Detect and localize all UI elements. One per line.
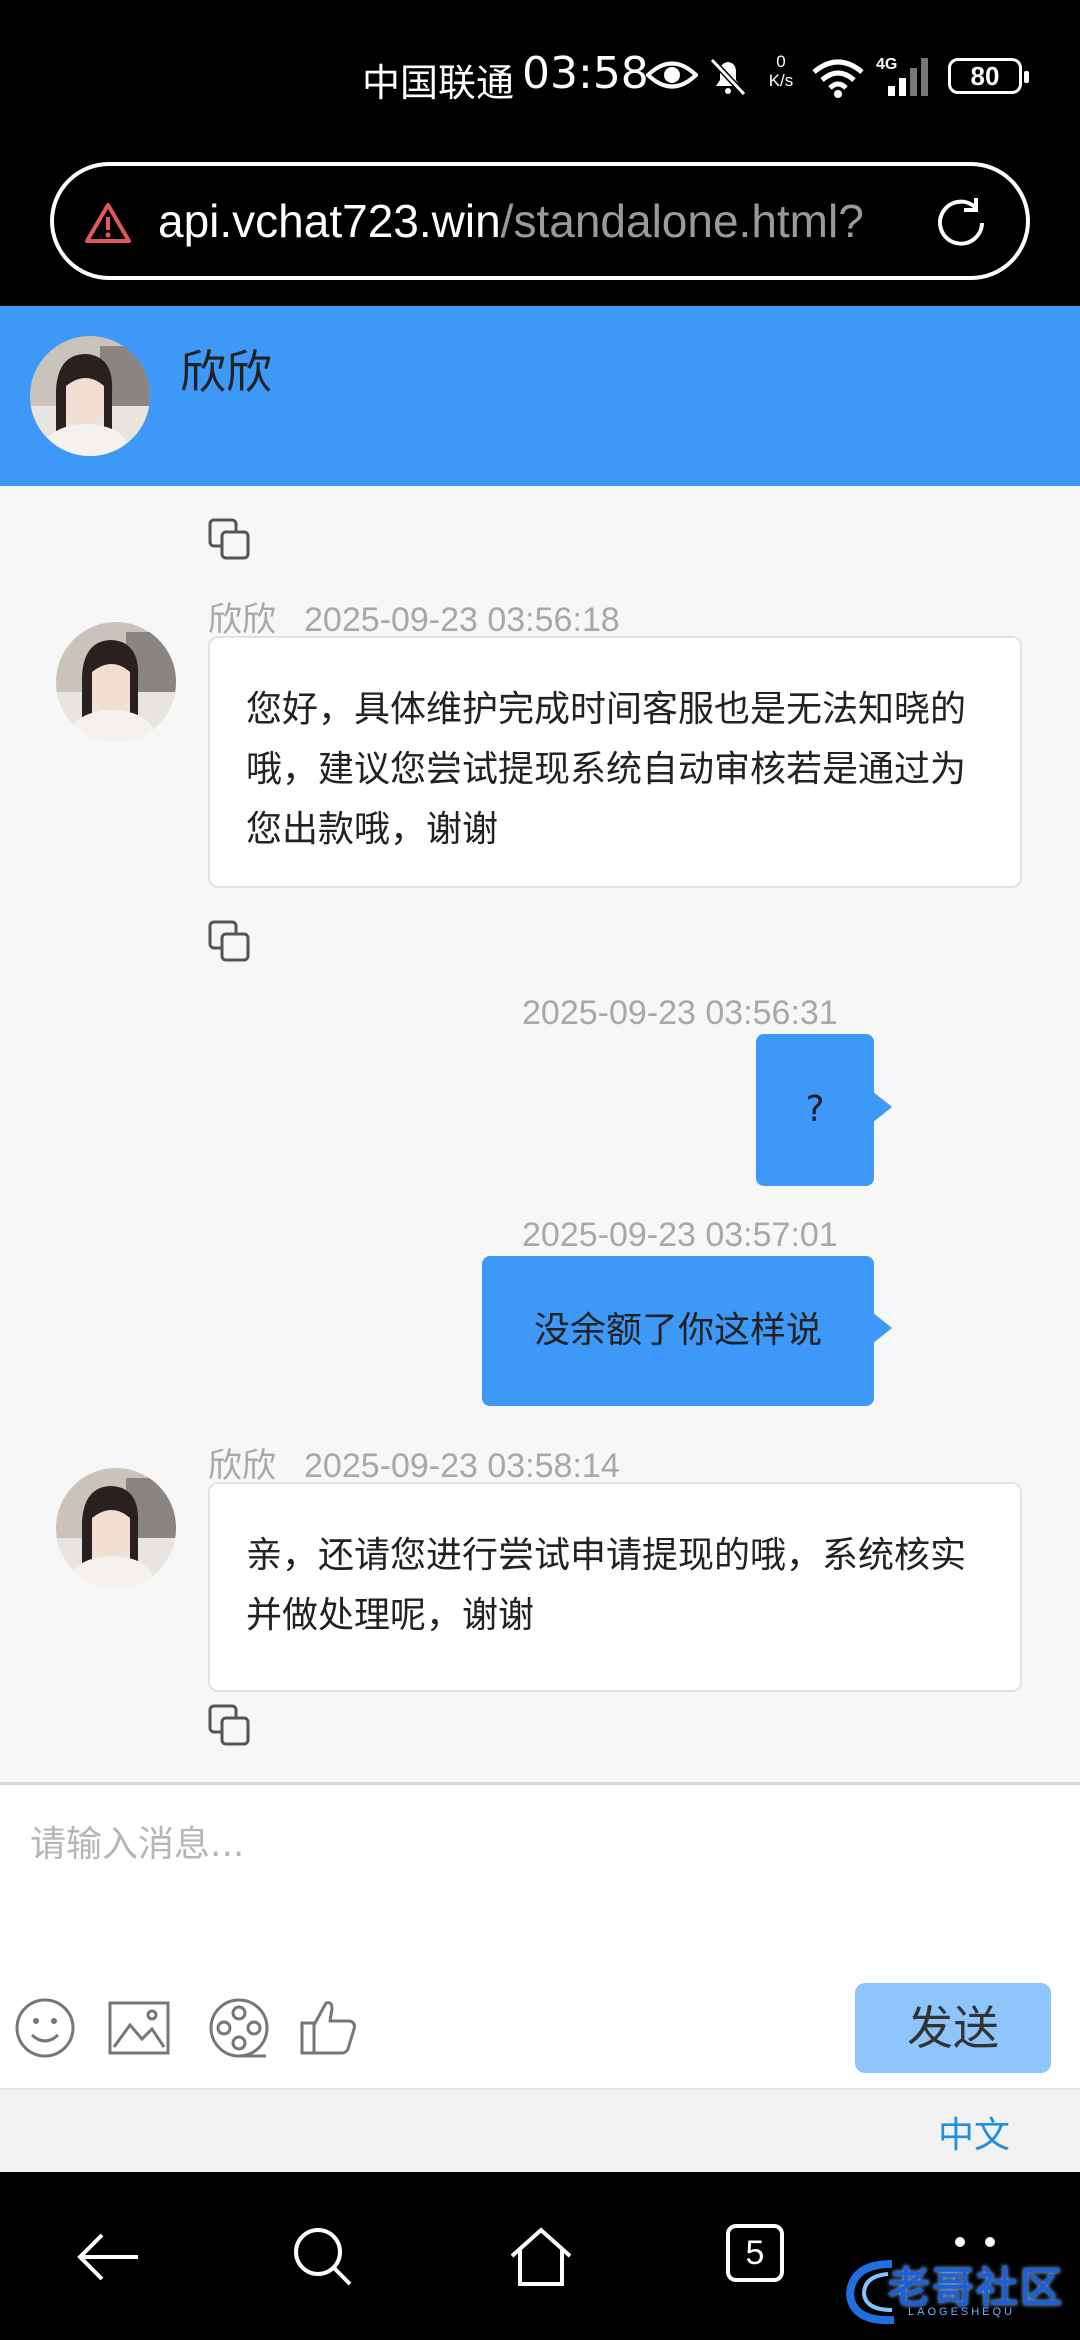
message-timestamp: 2025-09-23 03:58:14 — [304, 1447, 620, 1485]
outgoing-message-bubble: ? — [756, 1034, 874, 1186]
agent-name: 欣欣 — [180, 345, 272, 399]
message-input[interactable]: 请输入消息... — [30, 1815, 244, 1867]
message-sender: 欣欣 — [208, 600, 276, 640]
back-icon[interactable] — [74, 2222, 144, 2292]
language-bar: 中文 — [0, 2088, 1080, 2172]
home-icon[interactable] — [506, 2222, 576, 2292]
language-switch[interactable]: 中文 — [938, 2106, 1010, 2158]
agent-avatar — [56, 1468, 176, 1588]
message-timestamp: 2025-09-23 03:56:18 — [304, 601, 620, 639]
message-composer: 请输入消息... 发送 — [0, 1782, 1080, 2088]
carrier-label: 中国联通 — [362, 61, 515, 105]
agent-avatar — [56, 622, 176, 742]
incoming-message-bubble: 亲，还请您进行尝试申请提现的哦，系统核实并做处理呢，谢谢 — [208, 1482, 1022, 1692]
battery-level: 80 — [970, 61, 1000, 91]
clock: 03:58 — [522, 48, 649, 99]
image-icon[interactable] — [106, 1995, 172, 2061]
chat-header: 欣欣 — [0, 306, 1080, 486]
eye-comfort-icon — [646, 61, 698, 89]
thumbs-up-icon[interactable] — [296, 1995, 362, 2061]
address-bar[interactable]: api.vchat723.win/standalone.html? — [50, 162, 1030, 280]
network-speed-unit: K/s — [768, 71, 794, 90]
message-meta: 欣欣 2025-09-23 03:58:14 — [208, 1438, 620, 1487]
url-text[interactable]: api.vchat723.win/standalone.html? — [158, 194, 948, 248]
watermark-logo: 老哥社区 LAOGESHEQU — [842, 2250, 1072, 2330]
network-speed: 0 K/s — [760, 52, 802, 90]
message-list[interactable]: 欣欣 2025-09-23 03:56:18 您好，具体维护完成时间客服也是无法知… — [0, 486, 1080, 1782]
message-timestamp: 2025-09-23 03:56:31 — [522, 994, 838, 1032]
agent-avatar — [30, 336, 150, 456]
send-button[interactable]: 发送 — [855, 1983, 1051, 2073]
wifi-icon — [812, 59, 864, 98]
signal-icon — [888, 58, 928, 96]
mute-bell-icon — [709, 57, 747, 97]
video-icon[interactable] — [206, 1995, 272, 2061]
copy-icon[interactable] — [206, 1702, 252, 1748]
incoming-message-bubble: 您好，具体维护完成时间客服也是无法知晓的哦，建议您尝试提现系统自动审核若是通过为… — [208, 636, 1022, 888]
copy-icon[interactable] — [206, 516, 252, 562]
message-meta: 欣欣 2025-09-23 03:56:18 — [208, 592, 620, 641]
status-bar: 中国联通 03:58 0 K/s 4G 80 — [0, 0, 1080, 150]
url-host: api.vchat723.win — [158, 195, 501, 247]
outgoing-message-bubble: 没余额了你这样说 — [482, 1256, 874, 1406]
reload-icon[interactable] — [932, 194, 990, 252]
message-timestamp: 2025-09-23 03:57:01 — [522, 1216, 838, 1254]
battery-icon: 80 — [948, 58, 1029, 94]
tabs-button[interactable]: 5 — [726, 2224, 784, 2282]
network-speed-value: 0 — [776, 52, 786, 71]
emoji-icon[interactable] — [12, 1995, 78, 2061]
url-path: /standalone.html? — [500, 195, 864, 247]
message-sender: 欣欣 — [208, 1446, 276, 1486]
search-icon[interactable] — [288, 2222, 358, 2292]
watermark-subtext: LAOGESHEQU — [908, 2306, 1016, 2318]
copy-icon[interactable] — [206, 918, 252, 964]
warning-icon[interactable] — [84, 202, 132, 244]
